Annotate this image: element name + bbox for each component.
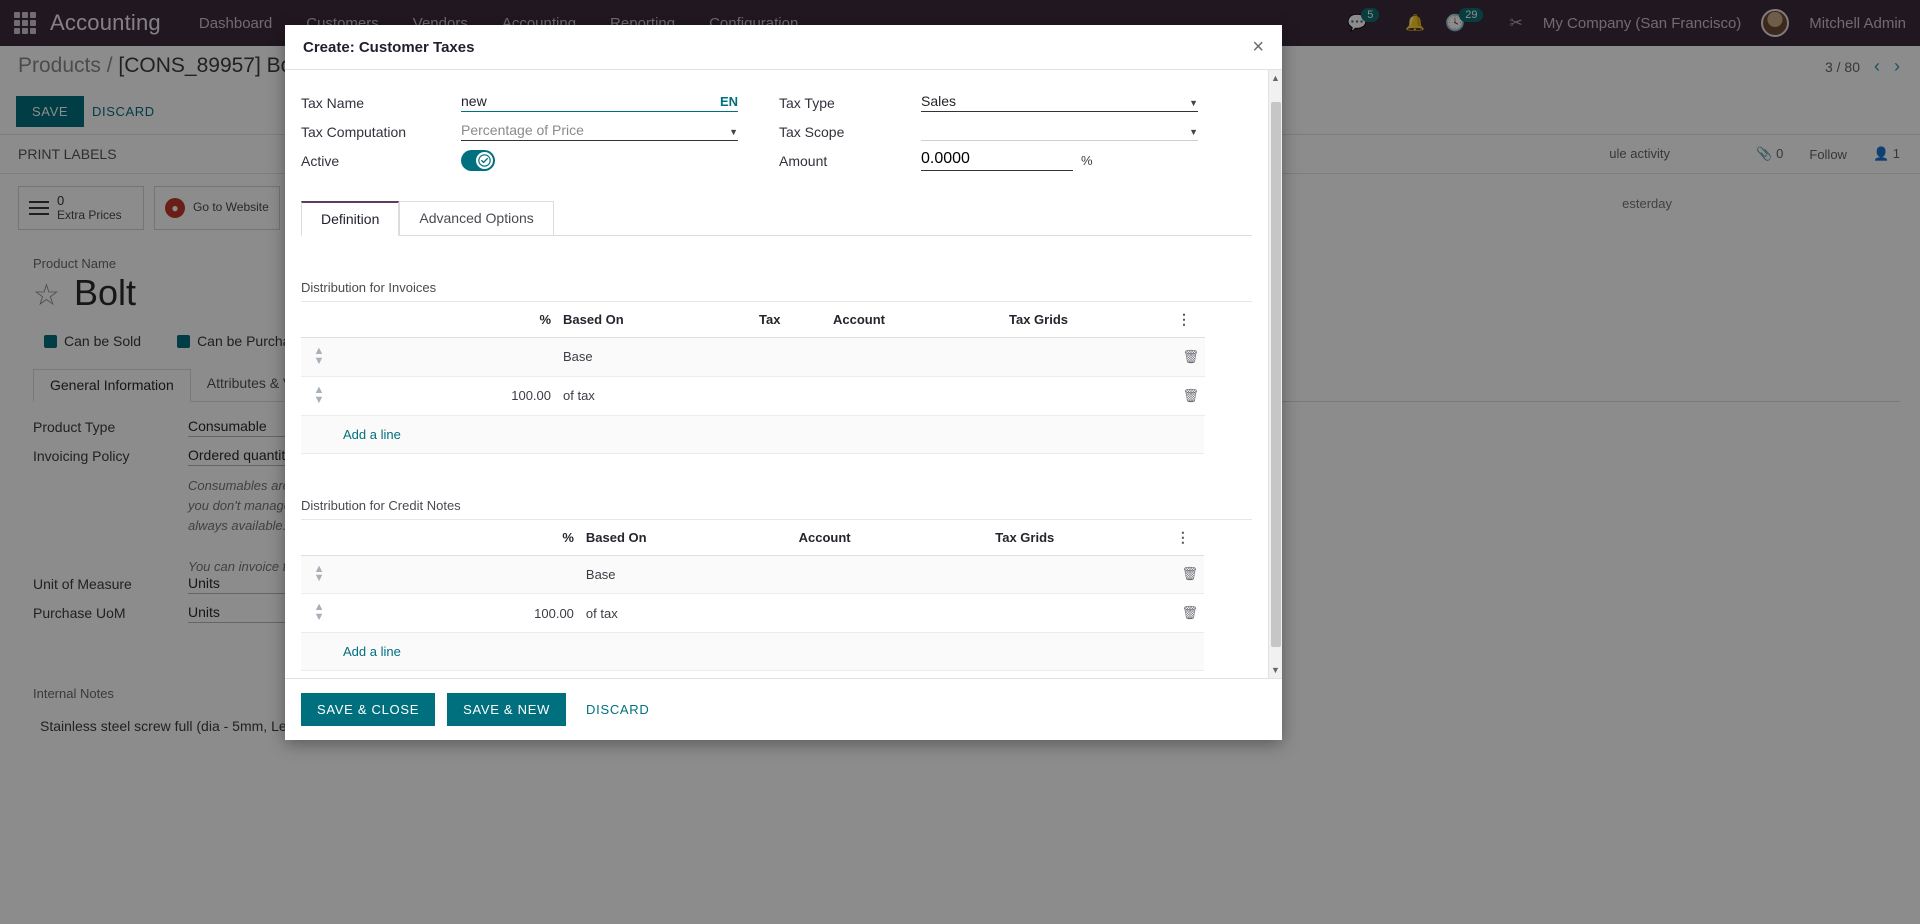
chevron-down-icon: ▼ xyxy=(729,127,738,137)
cell-based-on[interactable]: Base xyxy=(579,555,793,595)
drag-handle-icon[interactable]: ▲ ▼ xyxy=(307,384,331,406)
distribution-invoices-section: Distribution for Invoices % Based On Tax… xyxy=(301,280,1252,454)
distribution-invoices-title: Distribution for Invoices xyxy=(301,280,1252,302)
tax-computation-value: Percentage of Price xyxy=(461,122,584,138)
delete-row-icon[interactable]: 🗑 xyxy=(1181,566,1198,581)
table-header-row: % Based On Tax Account Tax Grids ⋮ xyxy=(301,302,1205,338)
application-root: Accounting Dashboard Customers Vendors A… xyxy=(0,0,1920,924)
label-tax-scope: Tax Scope xyxy=(779,123,845,140)
cell-account[interactable] xyxy=(792,593,990,634)
cell-account[interactable] xyxy=(827,376,1003,416)
cell-based-on[interactable]: Base xyxy=(557,337,753,377)
cell-percent[interactable]: 100.00 xyxy=(337,376,557,416)
drag-handle-icon[interactable]: ▲ ▼ xyxy=(307,602,331,623)
cell-tax-grids[interactable] xyxy=(1003,337,1171,377)
dialog-discard-button[interactable]: DISCARD xyxy=(578,693,657,726)
cell-tax[interactable] xyxy=(753,337,827,377)
col-percent: % xyxy=(337,302,557,338)
label-amount: Amount xyxy=(779,152,828,169)
table-row[interactable]: ▲ ▼ 100.00 of tax 🗑 xyxy=(301,376,1205,416)
cell-percent[interactable]: 100.00 xyxy=(337,593,580,634)
table-header-row: % Based On Account Tax Grids ⋮ xyxy=(301,519,1204,556)
col-handle xyxy=(301,302,337,338)
col-tax: Tax xyxy=(753,302,827,338)
cell-based-on[interactable]: of tax xyxy=(579,593,793,634)
scroll-up-arrow-icon[interactable]: ▲ xyxy=(1269,70,1282,86)
dialog-title: Create: Customer Taxes xyxy=(303,38,475,56)
cell-account[interactable] xyxy=(827,337,1003,377)
tax-type-select[interactable]: Sales ▼ xyxy=(921,93,1198,112)
scrollbar-thumb[interactable] xyxy=(1271,102,1281,647)
add-a-line-invoices-button[interactable]: Add a line xyxy=(301,415,1204,453)
distribution-credit-notes-title: Distribution for Credit Notes xyxy=(301,498,1252,520)
column-options-icon[interactable]: ⋮ xyxy=(1171,302,1205,338)
column-options-icon[interactable]: ⋮ xyxy=(1169,519,1204,556)
col-account: Account xyxy=(792,519,990,556)
cell-tax-grids[interactable] xyxy=(1003,376,1171,416)
active-toggle[interactable] xyxy=(461,150,495,171)
dialog-body: Tax Name new EN Tax Type Sales ▼ Tax Com… xyxy=(285,70,1282,678)
chevron-down-icon: ▼ xyxy=(1189,127,1198,137)
cell-based-on[interactable]: of tax xyxy=(557,376,753,416)
tax-scope-value xyxy=(921,122,1189,138)
table-row[interactable]: ▲ ▼ Base 🗑 xyxy=(301,555,1204,595)
scroll-down-arrow-icon[interactable]: ▼ xyxy=(1269,662,1282,678)
save-and-close-button[interactable]: SAVE & CLOSE xyxy=(301,693,436,726)
cell-tax[interactable] xyxy=(753,376,827,416)
dialog-scroll-content: Tax Name new EN Tax Type Sales ▼ Tax Com… xyxy=(285,70,1268,678)
amount-suffix: % xyxy=(1081,153,1093,168)
col-account: Account xyxy=(827,302,1003,338)
cell-account[interactable] xyxy=(792,555,990,595)
tax-form: Tax Name new EN Tax Type Sales ▼ Tax Com… xyxy=(301,88,1252,175)
col-tax-grids: Tax Grids xyxy=(1003,302,1171,338)
col-percent: % xyxy=(337,519,580,556)
tax-scope-select[interactable]: ▼ xyxy=(921,122,1198,141)
check-circle-icon xyxy=(476,152,493,169)
tax-name-value: new xyxy=(461,93,487,109)
col-based-on: Based On xyxy=(557,302,753,338)
tab-advanced-options[interactable]: Advanced Options xyxy=(399,201,554,236)
chevron-down-icon: ▼ xyxy=(1189,98,1198,108)
table-row[interactable]: ▲ ▼ 100.00 of tax 🗑 xyxy=(301,593,1204,634)
col-tax-grids: Tax Grids xyxy=(989,519,1170,556)
dialog-footer: SAVE & CLOSE SAVE & NEW DISCARD xyxy=(285,678,1282,740)
distribution-invoices-table: % Based On Tax Account Tax Grids ⋮ ▲ ▼ B… xyxy=(301,302,1205,454)
dialog-scrollbar[interactable]: ▲ ▼ xyxy=(1268,70,1282,678)
label-tax-computation: Tax Computation xyxy=(301,123,407,140)
tax-name-input[interactable]: new EN xyxy=(461,93,738,112)
tax-type-value: Sales xyxy=(921,93,957,109)
delete-row-icon[interactable]: 🗑 xyxy=(1181,605,1198,620)
col-based-on: Based On xyxy=(579,519,793,556)
col-handle xyxy=(301,519,338,556)
add-a-line-credit-notes-button[interactable]: Add a line xyxy=(301,633,1204,671)
distribution-credit-notes-table: % Based On Account Tax Grids ⋮ ▲ ▼ Base … xyxy=(301,519,1204,672)
dialog-notebook-tabs: Definition Advanced Options xyxy=(301,201,1252,236)
distribution-credit-notes-section: Distribution for Credit Notes % Based On… xyxy=(301,498,1252,672)
tax-computation-select[interactable]: Percentage of Price ▼ xyxy=(461,122,738,141)
label-tax-name: Tax Name xyxy=(301,94,365,111)
create-customer-taxes-dialog: Create: Customer Taxes × Tax Name new EN… xyxy=(285,25,1282,740)
drag-handle-icon[interactable]: ▲ ▼ xyxy=(307,563,331,585)
delete-row-icon[interactable]: 🗑 xyxy=(1182,349,1199,364)
cell-tax-grids[interactable] xyxy=(989,593,1170,634)
amount-input[interactable]: 0.0000 xyxy=(921,150,1073,171)
cell-percent[interactable] xyxy=(337,555,580,595)
drag-handle-icon[interactable]: ▲ ▼ xyxy=(307,346,331,367)
label-active: Active xyxy=(301,152,340,169)
dialog-header: Create: Customer Taxes × xyxy=(285,25,1282,70)
table-row[interactable]: ▲ ▼ Base 🗑 xyxy=(301,337,1205,377)
close-icon[interactable]: × xyxy=(1252,37,1264,57)
cell-percent[interactable] xyxy=(337,337,557,377)
cell-tax-grids[interactable] xyxy=(989,555,1170,595)
tab-definition[interactable]: Definition xyxy=(301,201,400,236)
label-tax-type: Tax Type xyxy=(779,94,835,111)
save-and-new-button[interactable]: SAVE & NEW xyxy=(447,693,567,726)
tax-name-language-badge[interactable]: EN xyxy=(720,94,738,109)
delete-row-icon[interactable]: 🗑 xyxy=(1182,388,1199,403)
